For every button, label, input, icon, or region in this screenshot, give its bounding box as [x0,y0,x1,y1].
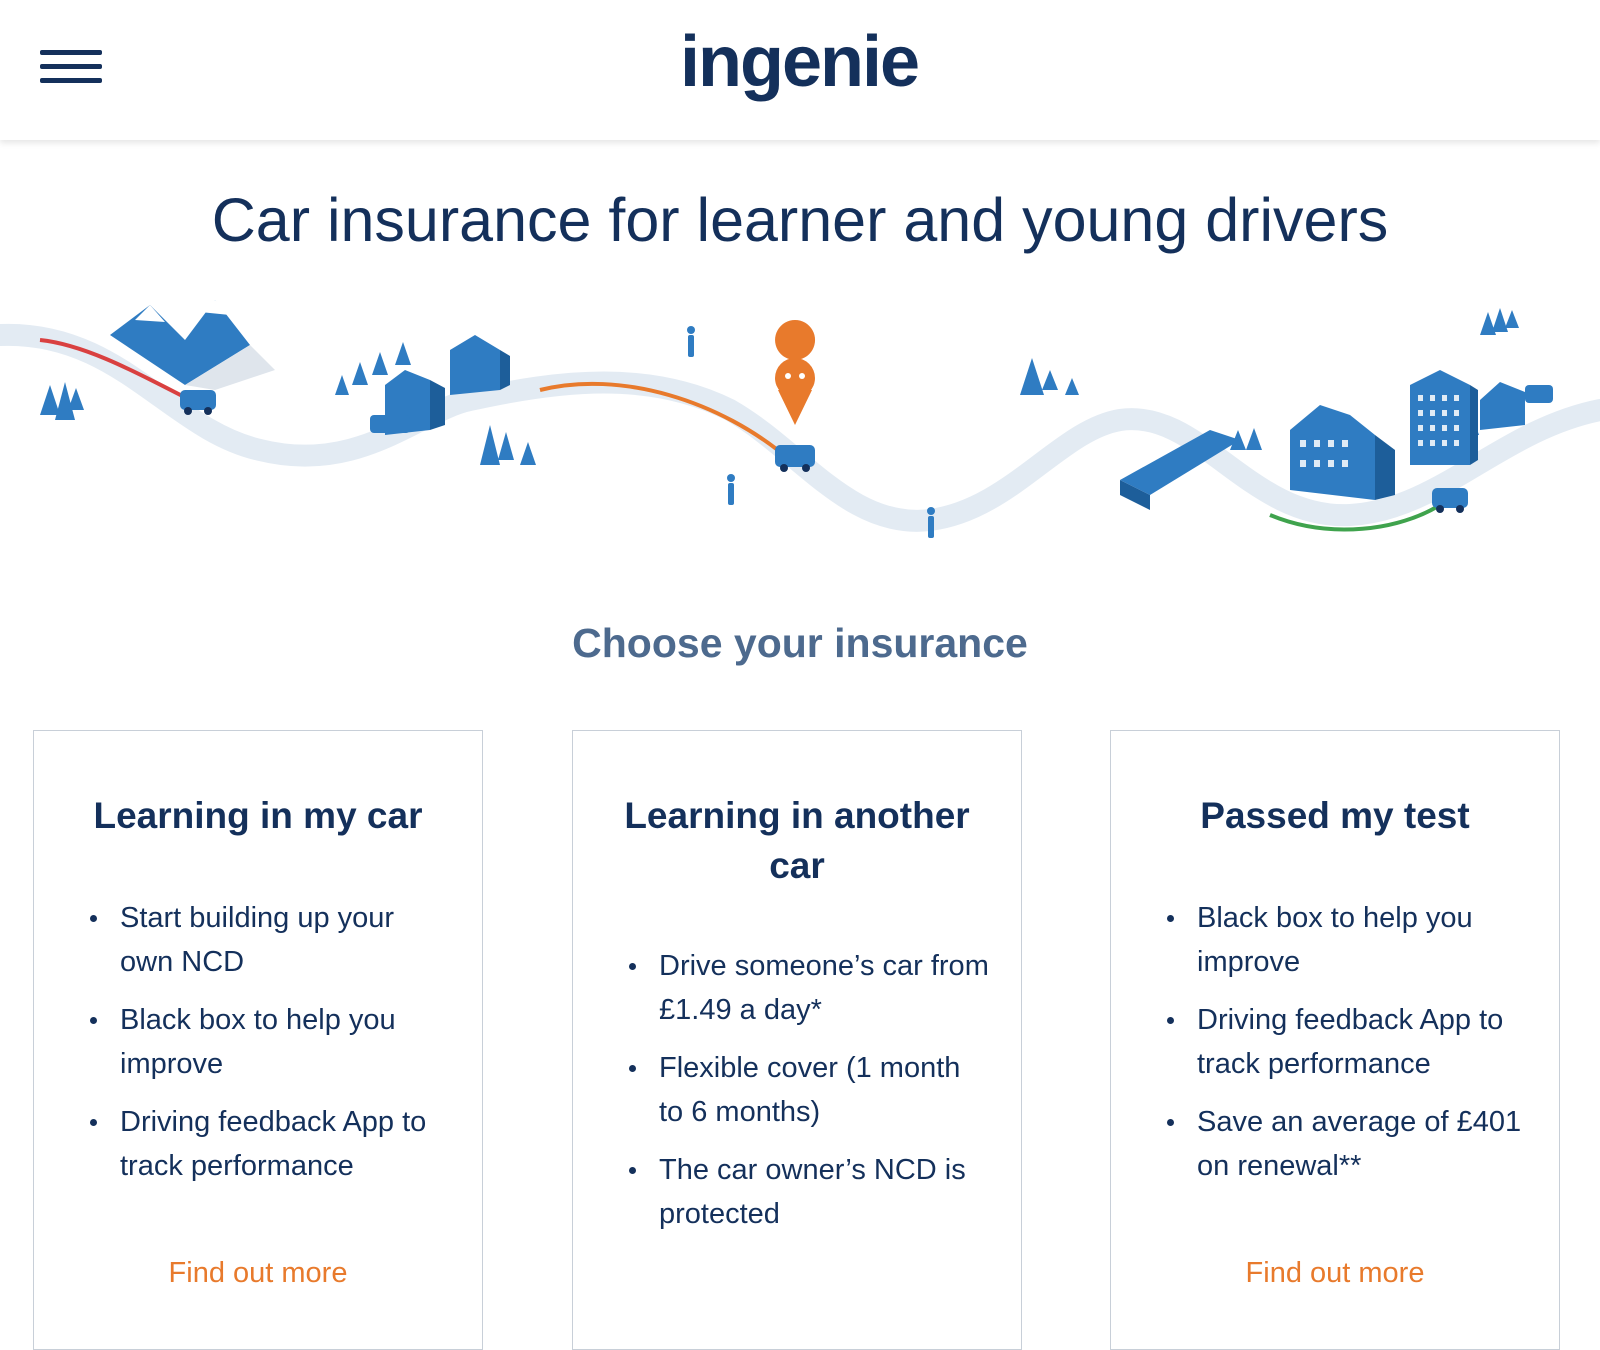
card-title: Passed my test [1200,795,1470,836]
card-feature-list: Black box to help you improve Driving fe… [1161,896,1529,1202]
insurance-card-learning-in-my-car: Learning in my car Start building up you… [33,730,483,1350]
list-item: Black box to help you improve [1167,896,1529,984]
list-item: Start building up your own NCD [90,896,452,984]
car-icon [1432,488,1468,513]
find-out-more-link[interactable]: Find out more [34,1253,482,1293]
list-item: Black box to help you improve [90,998,452,1086]
card-title: Learning in my car [93,795,423,836]
road-illustration [0,300,1600,538]
list-item: Driving feedback App to track performanc… [90,1100,452,1188]
hero-title: Car insurance for learner and young driv… [211,186,1389,254]
logo-text: ingenie [680,22,918,102]
insurance-card-passed-my-test: Passed my test Black box to help you imp… [1110,730,1560,1350]
list-item: Driving feedback App to track performanc… [1167,998,1529,1086]
find-out-more-link[interactable]: Find out more [1111,1253,1559,1293]
person-icon [687,326,935,538]
card-feature-list: Start building up your own NCD Black box… [84,896,452,1202]
list-item: Drive someone’s car from £1.49 a day* [629,944,991,1032]
list-item: The car owner’s NCD is protected [629,1148,991,1236]
section-title: Choose your insurance [572,620,1028,666]
ingenie-logo[interactable]: ingenie [680,22,920,112]
site-header: ingenie [0,0,1600,140]
list-item: Save an average of £401 on renewal** [1167,1100,1529,1188]
hamburger-menu-icon[interactable] [36,46,106,92]
card-title: Learning in another car [624,795,970,886]
houses-icon [370,335,510,435]
insurance-card-learning-in-another-car: Learning in another car Drive someone’s … [572,730,1022,1350]
list-item: Flexible cover (1 month to 6 months) [629,1046,991,1134]
card-feature-list: Drive someone’s car from £1.49 a day* Fl… [623,944,991,1250]
location-pin-icon [775,320,816,425]
